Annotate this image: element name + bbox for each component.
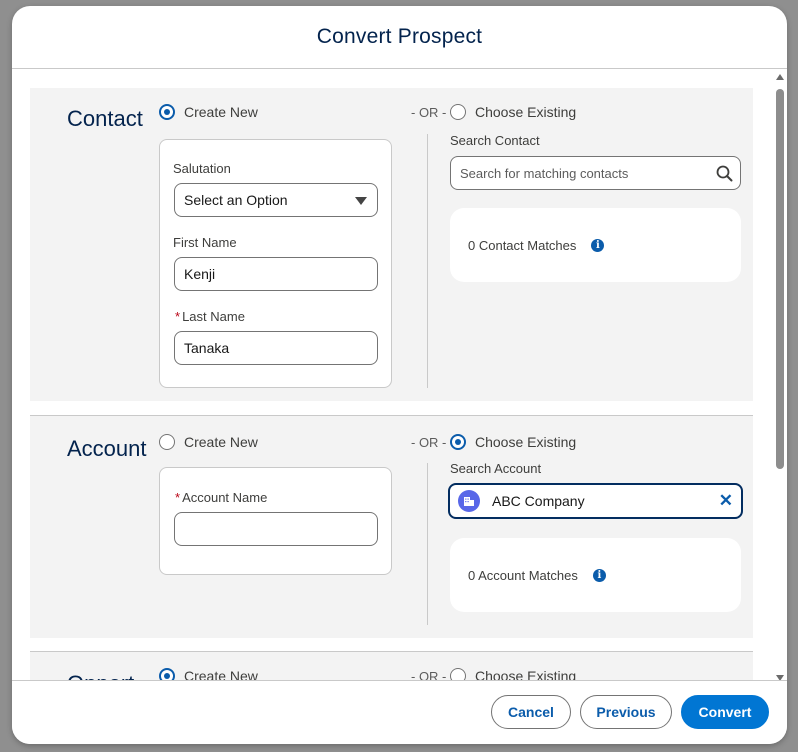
search-contact-placeholder: Search for matching contacts [460, 165, 629, 181]
contact-matches-box: 0 Contact Matches i [450, 208, 741, 282]
contact-choose-existing-label: Choose Existing [475, 104, 577, 120]
account-choose-existing-label: Choose Existing [475, 434, 577, 450]
required-marker: * [175, 490, 181, 505]
account-icon [458, 490, 480, 512]
search-icon[interactable] [716, 165, 733, 182]
chevron-down-icon [355, 197, 367, 205]
close-icon[interactable]: ✕ [719, 491, 733, 511]
account-matches-box: 0 Account Matches i [450, 538, 741, 612]
account-create-new-option[interactable]: Create New [159, 434, 258, 450]
modal-header: Convert Prospect [12, 6, 787, 69]
last-name-value: Tanaka [184, 340, 230, 356]
contact-create-new-label: Create New [184, 104, 258, 120]
modal-scrollbar[interactable] [775, 69, 785, 681]
last-name-label: Last Name [182, 309, 245, 324]
account-matches-text: 0 Account Matches [468, 567, 578, 583]
salutation-select[interactable]: Select an Option [174, 183, 378, 217]
modal-footer: Cancel Previous Convert [12, 680, 787, 744]
contact-choose-existing-radio[interactable] [450, 104, 466, 120]
convert-button[interactable]: Convert [681, 695, 769, 729]
account-create-new-radio[interactable] [159, 434, 175, 450]
modal-title: Convert Prospect [316, 25, 483, 48]
account-divider [427, 463, 428, 625]
contact-create-card: Salutation Select an Option First Name K… [159, 139, 392, 388]
scroll-thumb[interactable] [776, 89, 784, 469]
required-marker: * [175, 309, 181, 324]
scroll-up-icon[interactable] [776, 74, 784, 80]
search-account-label: Search Account [450, 461, 542, 476]
account-or-label: - OR - [411, 435, 447, 450]
previous-button[interactable]: Previous [580, 695, 672, 729]
account-name-input[interactable] [174, 512, 378, 546]
contact-create-new-option[interactable]: Create New [159, 104, 258, 120]
contact-or-label: - OR - [411, 105, 447, 120]
salutation-value: Select an Option [184, 192, 288, 208]
contact-choose-existing-option[interactable]: Choose Existing [450, 104, 576, 120]
account-create-new-label: Create New [184, 434, 258, 450]
account-name-label: Account Name [182, 490, 268, 505]
first-name-label: First Name [173, 235, 237, 250]
contact-create-new-radio[interactable] [159, 104, 175, 120]
account-choose-existing-option[interactable]: Choose Existing [450, 434, 576, 450]
last-name-label-wrap: * Last Name [175, 309, 245, 324]
first-name-value: Kenji [184, 266, 216, 282]
selected-account-name: ABC Company [492, 493, 585, 509]
account-section: Account Create New - OR - Choose Existin… [30, 415, 753, 638]
info-icon[interactable]: i [591, 238, 605, 252]
salutation-label: Salutation [173, 161, 231, 176]
modal-body: Contact Create New - OR - Choose Existin… [12, 69, 787, 681]
contact-divider [427, 134, 428, 388]
opportunity-section: Opport Create New - OR - Choose Existing [30, 651, 753, 681]
info-icon[interactable]: i [592, 568, 606, 582]
selected-account-pill[interactable]: ABC Company ✕ [448, 483, 743, 519]
cancel-button[interactable]: Cancel [491, 695, 571, 729]
search-contact-label: Search Contact [450, 133, 540, 148]
account-choose-existing-radio[interactable] [450, 434, 466, 450]
last-name-input[interactable]: Tanaka [174, 331, 378, 365]
first-name-input[interactable]: Kenji [174, 257, 378, 291]
account-name-label-wrap: * Account Name [175, 490, 267, 505]
account-section-title: Account [67, 436, 147, 461]
contact-section: Contact Create New - OR - Choose Existin… [30, 88, 753, 401]
account-create-card: * Account Name [159, 467, 392, 575]
convert-prospect-modal: Convert Prospect Contact Create New - OR… [12, 6, 787, 744]
contact-matches-text: 0 Contact Matches [468, 237, 577, 253]
search-contact-input[interactable]: Search for matching contacts [450, 156, 741, 190]
contact-section-title: Contact [67, 106, 143, 131]
